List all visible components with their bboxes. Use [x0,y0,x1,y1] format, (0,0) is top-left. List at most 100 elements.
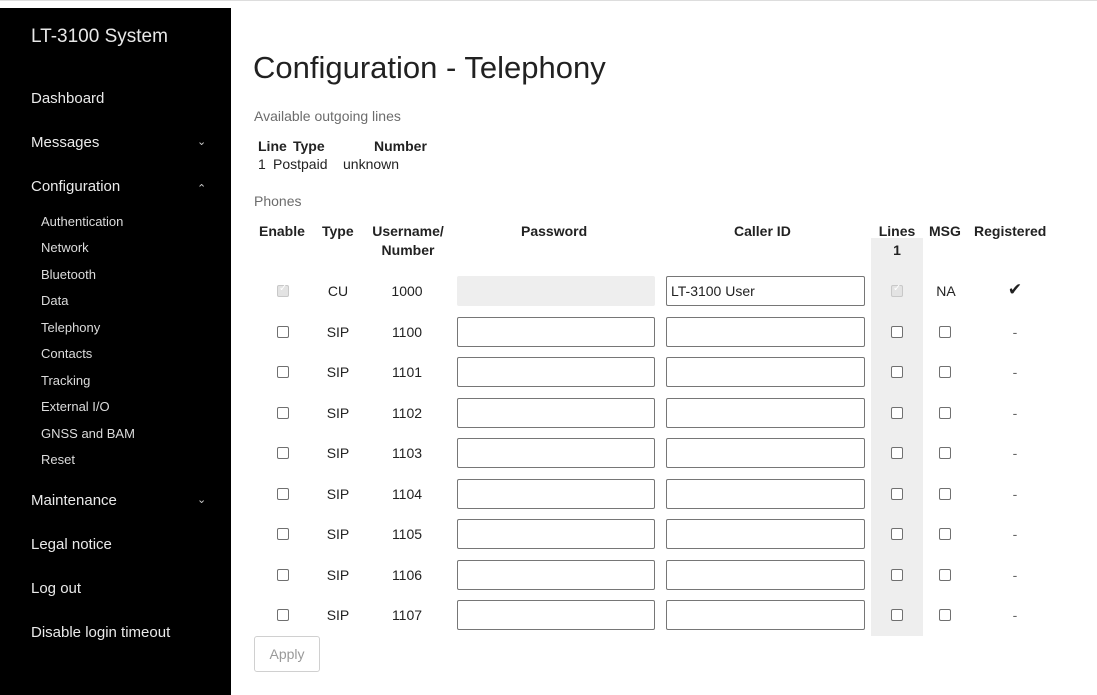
sidebar-sub-data[interactable]: Data [41,293,68,308]
caller-id-input[interactable] [666,438,865,468]
enable-checkbox[interactable] [277,528,289,540]
phone-number: 1107 [391,607,423,623]
sidebar: LT-3100 System Dashboard Messages ⌄ Conf… [0,8,231,695]
phone-number: 1000 [391,283,423,299]
line-1-checkbox [891,283,903,297]
col-msg-header: MSG [929,223,961,239]
caller-id-input[interactable] [666,357,865,387]
chevron-down-icon[interactable]: ⌄ [197,135,206,148]
brand-title[interactable]: LT-3100 System [31,26,168,48]
enable-checkbox [277,283,289,297]
sidebar-sub-tracking[interactable]: Tracking [41,373,90,388]
username-header-line2: Number [381,242,435,258]
sidebar-sub-telephony[interactable]: Telephony [41,320,100,335]
enable-checkbox[interactable] [277,447,289,459]
phone-number: 1103 [391,445,423,461]
phone-type: SIP [326,566,350,583]
line-1-checkbox[interactable] [891,568,903,581]
msg-checkbox[interactable] [939,406,951,419]
phone-type: SIP [326,404,350,421]
line-1-checkbox[interactable] [891,487,903,500]
line-1-checkbox[interactable] [891,609,903,621]
col-username-header: Username/ Number [367,222,449,260]
sidebar-item-logout[interactable]: Log out [31,580,81,597]
password-input[interactable] [457,519,655,549]
lines-header-line1: Lines [878,223,916,239]
table-row: SIP 1105 - [231,513,1097,553]
registered-check-icon: ✔ [1007,280,1023,299]
sidebar-sub-gnss[interactable]: GNSS and BAM [41,426,135,441]
enable-checkbox[interactable] [277,366,289,378]
password-input[interactable] [457,600,655,630]
password-input[interactable] [457,478,655,509]
col-password-header: Password [521,223,588,239]
line-1-checkbox[interactable] [891,325,903,338]
msg-checkbox[interactable] [939,609,951,621]
caller-id-input[interactable] [666,559,865,590]
sidebar-item-disable-timeout[interactable]: Disable login timeout [31,624,170,641]
sidebar-sub-reset[interactable]: Reset [41,452,75,467]
line-1-checkbox[interactable] [891,447,903,459]
msg-checkbox[interactable] [939,366,951,378]
col-number-header: Number [374,138,427,154]
registered-status: - [1012,566,1018,583]
password-input[interactable] [457,397,655,428]
enable-checkbox[interactable] [277,406,289,419]
msg-checkbox[interactable] [939,447,951,459]
phone-type: SIP [326,323,350,340]
msg-checkbox[interactable] [939,528,951,540]
password-input [457,276,655,306]
sidebar-sub-contacts[interactable]: Contacts [41,346,92,361]
table-row: SIP 1101 - [231,351,1097,391]
msg-checkbox[interactable] [939,325,951,338]
enable-checkbox[interactable] [277,568,289,581]
line-1-checkbox[interactable] [891,406,903,419]
msg-checkbox[interactable] [939,487,951,500]
table-row: SIP 1107 - [231,594,1097,634]
registered-status: - [1012,607,1018,623]
phone-type: SIP [326,364,350,380]
caller-id-input[interactable] [666,276,865,306]
line-1-checkbox[interactable] [891,366,903,378]
caller-id-input[interactable] [666,397,865,428]
password-input[interactable] [457,438,655,468]
col-callerid-header: Caller ID [734,223,791,239]
sidebar-item-configuration[interactable]: Configuration [31,178,120,195]
sidebar-sub-authentication[interactable]: Authentication [41,214,123,229]
phone-type: SIP [326,485,350,502]
line-1-checkbox[interactable] [891,528,903,540]
registered-status: - [1012,445,1018,461]
phone-type: CU [327,283,349,299]
phones-label: Phones [254,193,302,209]
registered-status: - [1012,485,1018,502]
sidebar-sub-external-io[interactable]: External I/O [41,399,110,414]
password-input[interactable] [457,559,655,590]
sidebar-item-dashboard[interactable]: Dashboard [31,90,104,107]
enable-checkbox[interactable] [277,325,289,338]
caller-id-input[interactable] [666,478,865,509]
sidebar-sub-network[interactable]: Network [41,240,89,255]
password-input[interactable] [457,357,655,387]
table-row: SIP 1100 - [231,311,1097,351]
sidebar-item-messages[interactable]: Messages [31,134,99,151]
sidebar-item-legal-notice[interactable]: Legal notice [31,536,112,553]
outgoing-line-value: 1 [258,156,266,172]
caller-id-input[interactable] [666,519,865,549]
chevron-down-icon[interactable]: ⌄ [197,493,206,506]
chevron-up-icon[interactable]: ⌃ [197,182,206,195]
table-row: CU 1000 NA ✔ [231,270,1097,310]
caller-id-input[interactable] [666,316,865,347]
enable-checkbox[interactable] [277,609,289,621]
sidebar-item-maintenance[interactable]: Maintenance [31,492,117,509]
password-input[interactable] [457,316,655,347]
main-content: Configuration - Telephony Available outg… [231,8,1097,695]
phone-number: 1102 [391,404,423,421]
msg-checkbox[interactable] [939,568,951,581]
apply-button[interactable]: Apply [254,636,320,672]
sidebar-sub-bluetooth[interactable]: Bluetooth [41,267,96,282]
caller-id-input[interactable] [666,600,865,630]
col-type-header: Type [322,223,354,239]
col-lines-header: Lines 1 [875,222,919,260]
registered-status: - [1012,364,1018,380]
enable-checkbox[interactable] [277,487,289,500]
